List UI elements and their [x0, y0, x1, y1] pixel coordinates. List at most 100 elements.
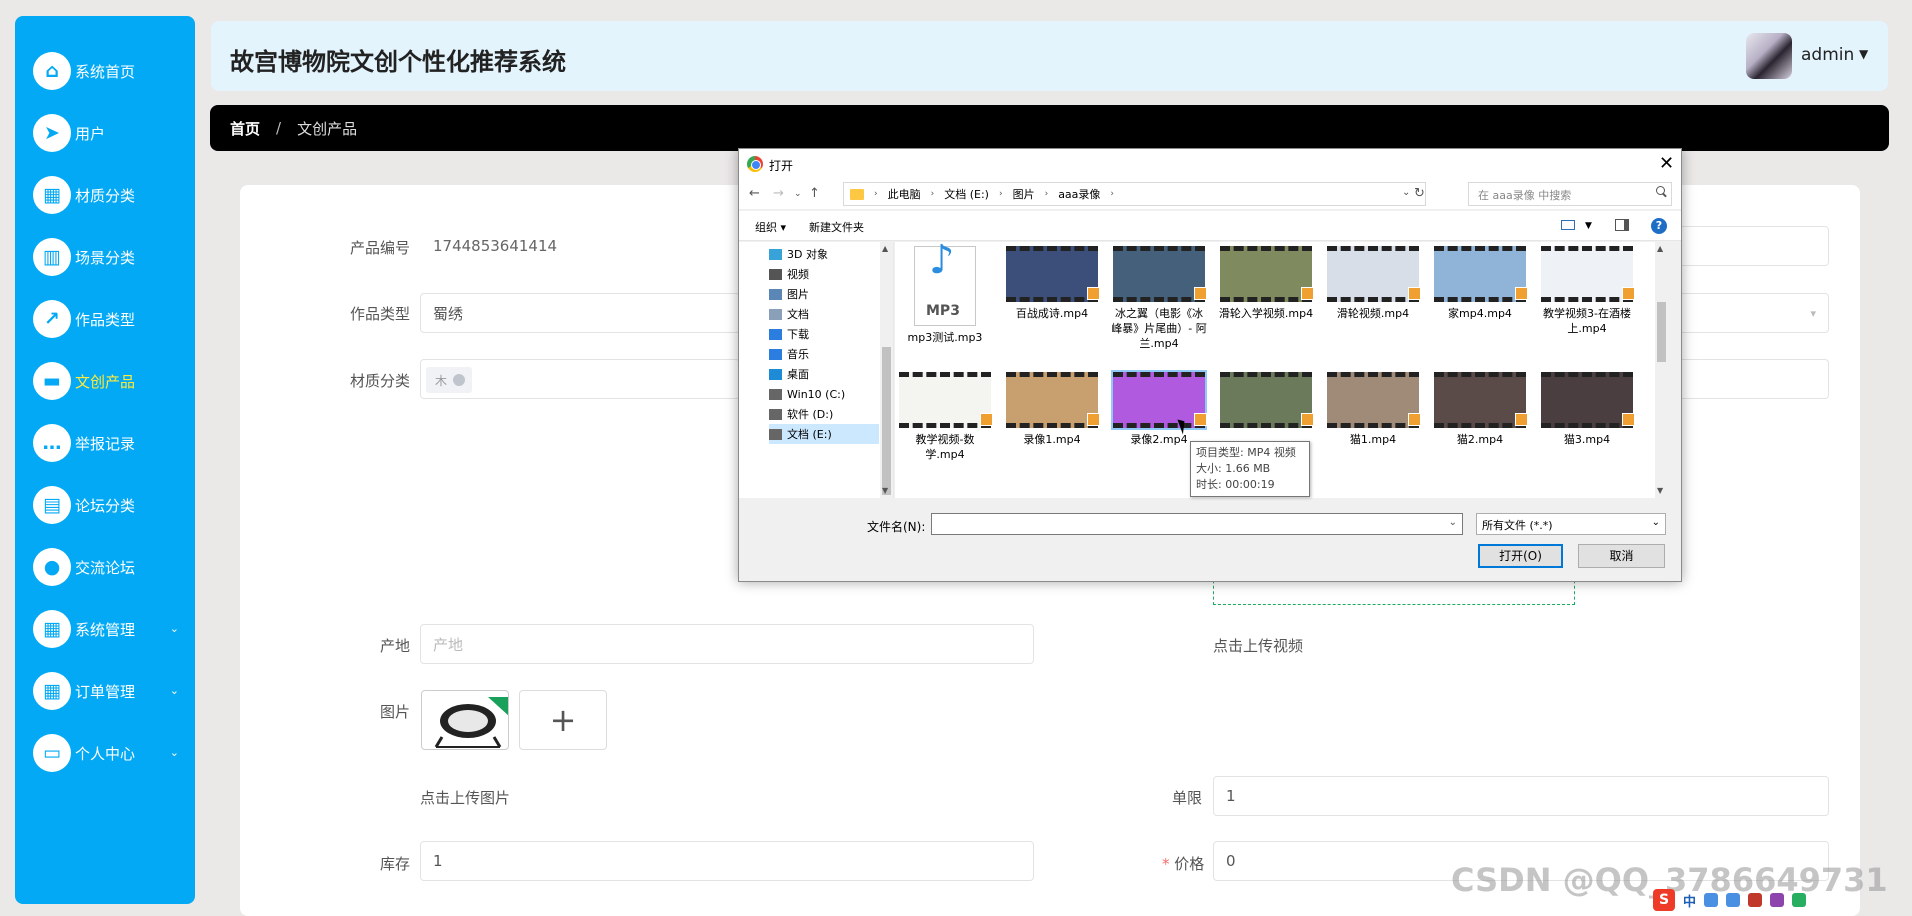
tag-close-icon[interactable]: [453, 374, 466, 386]
tree-item[interactable]: Win10 (C:): [769, 384, 879, 404]
recent-dropdown-icon[interactable]: ⌄: [794, 189, 802, 199]
file-item[interactable]: 录像1.mp4: [1004, 372, 1100, 447]
up-arrow-icon[interactable]: ↑: [809, 186, 820, 201]
sidebar-item[interactable]: ▥ 场景分类: [15, 226, 195, 288]
forward-arrow-icon[interactable]: →: [773, 186, 784, 201]
sidebar-item[interactable]: ▭ 个人中心 ⌄: [15, 722, 195, 784]
video-thumbnail: [899, 372, 993, 428]
sidebar-item[interactable]: ↗ 作品类型: [15, 288, 195, 350]
address-bar[interactable]: › 此电脑 › 文档 (E:) › 图片 › aaa录像 › ⌄ ↻: [843, 182, 1426, 206]
limit-input[interactable]: 1: [1213, 776, 1829, 816]
path-segment[interactable]: aaa录像: [1058, 186, 1100, 202]
file-item[interactable]: 百战成诗.mp4: [1004, 246, 1100, 321]
new-folder-button[interactable]: 新建文件夹: [809, 219, 864, 235]
sidebar-item[interactable]: ➤ 用户: [15, 102, 195, 164]
path-segment[interactable]: 文档 (E:): [944, 186, 989, 202]
toolbox-icon[interactable]: [1792, 893, 1807, 907]
tree-item[interactable]: 图片: [769, 284, 879, 304]
sidebar-item[interactable]: ⌂ 系统首页: [15, 40, 195, 102]
video-thumbnail: [1434, 372, 1528, 428]
folder-icon: [769, 328, 782, 340]
input-mode-indicator[interactable]: 中: [1683, 891, 1696, 910]
stock-input[interactable]: 1: [420, 841, 1034, 881]
scroll-down-icon[interactable]: ▼: [882, 486, 888, 495]
punctuation-icon[interactable]: [1704, 893, 1719, 907]
origin-input[interactable]: 产地: [420, 624, 1034, 664]
tree-item[interactable]: 桌面: [769, 364, 879, 384]
scroll-up-icon[interactable]: ▲: [1657, 244, 1663, 253]
keyboard-icon[interactable]: [1748, 893, 1763, 907]
file-name: 滑轮入学视频.mp4: [1218, 307, 1314, 320]
tree-item-label: 桌面: [787, 368, 809, 381]
file-item[interactable]: 滑轮入学视频.mp4: [1218, 246, 1314, 321]
tree-item[interactable]: 3D 对象: [769, 244, 879, 264]
cancel-button[interactable]: 取消: [1578, 544, 1665, 568]
tree-item[interactable]: 文档: [769, 304, 879, 324]
file-item[interactable]: 猫3.mp4: [1539, 372, 1635, 447]
file-item[interactable]: 教学视频3-在酒楼上.mp4: [1539, 246, 1635, 336]
preview-pane-icon[interactable]: [1615, 219, 1629, 231]
sidebar-item-label: 订单管理: [75, 682, 136, 701]
breadcrumb-home[interactable]: 首页: [230, 118, 260, 139]
scroll-up-icon[interactable]: ▲: [882, 244, 888, 253]
chevron-down-icon[interactable]: ⌄: [1449, 517, 1457, 528]
uploaded-image-thumbnail[interactable]: [421, 690, 509, 750]
work-type-select[interactable]: 蜀绣: [420, 293, 740, 333]
file-item[interactable]: 冰之翼（电影《冰峰暴》片尾曲）- 阿兰.mp4: [1111, 246, 1207, 351]
microphone-icon[interactable]: [1726, 893, 1741, 907]
filename-input[interactable]: ⌄: [931, 513, 1463, 535]
help-icon[interactable]: ?: [1651, 218, 1667, 234]
sidebar-item[interactable]: ▦ 材质分类: [15, 164, 195, 226]
sidebar-item[interactable]: ● 交流论坛: [15, 536, 195, 598]
add-image-button[interactable]: +: [519, 690, 607, 750]
address-dropdown-icon[interactable]: ⌄: [1402, 187, 1410, 198]
file-item[interactable]: 录像2.mp4: [1111, 370, 1207, 447]
refresh-icon[interactable]: ↻: [1414, 186, 1425, 201]
sidebar-item[interactable]: ▦ 订单管理 ⌄: [15, 660, 195, 722]
tree-item[interactable]: 视频: [769, 264, 879, 284]
username-label[interactable]: admin: [1801, 45, 1854, 65]
sidebar-item[interactable]: ▦ 系统管理 ⌄: [15, 598, 195, 660]
sidebar-item[interactable]: … 举报记录: [15, 412, 195, 474]
material-tag-label: 木: [435, 373, 448, 388]
scroll-thumb[interactable]: [882, 347, 891, 495]
sidebar-item[interactable]: ▬ 文创产品: [15, 350, 195, 412]
scroll-down-icon[interactable]: ▼: [1657, 486, 1663, 495]
dialog-titlebar[interactable]: 打开 ✕: [739, 149, 1681, 179]
folder-icon: [769, 268, 782, 280]
price-label-text: 价格: [1174, 855, 1205, 873]
back-arrow-icon[interactable]: ←: [749, 186, 760, 201]
filetype-select[interactable]: 所有文件 (*.*) ⌄: [1476, 513, 1666, 535]
file-item[interactable]: 教学视频-数学.mp4: [897, 372, 993, 462]
organize-menu[interactable]: 组织 ▾: [755, 219, 786, 235]
tree-item[interactable]: 音乐: [769, 344, 879, 364]
file-item[interactable]: [1218, 372, 1314, 432]
sidebar-item[interactable]: ▤ 论坛分类: [15, 474, 195, 536]
file-item[interactable]: 滑轮视频.mp4: [1325, 246, 1421, 321]
open-button[interactable]: 打开(O): [1478, 544, 1563, 568]
close-icon[interactable]: ✕: [1659, 153, 1674, 174]
files-scrollbar[interactable]: ▲ ▼: [1655, 242, 1668, 498]
sogou-ime-icon[interactable]: S: [1653, 889, 1675, 911]
play-icon: [1087, 287, 1100, 300]
path-segment[interactable]: 此电脑: [888, 186, 921, 202]
file-item[interactable]: 猫1.mp4: [1325, 372, 1421, 447]
view-mode-icon[interactable]: [1561, 220, 1575, 230]
user-avatar[interactable]: [1746, 33, 1792, 79]
caret-down-icon[interactable]: ▼: [1859, 47, 1868, 61]
path-segment[interactable]: 图片: [1013, 186, 1035, 202]
skin-icon[interactable]: [1770, 893, 1785, 907]
product-code-label: 产品编号: [350, 239, 411, 257]
tree-scrollbar[interactable]: ▲ ▼: [880, 242, 893, 498]
file-item[interactable]: 猫2.mp4: [1432, 372, 1528, 447]
tree-item[interactable]: 文档 (E:): [769, 424, 879, 444]
pin-icon: ●: [33, 548, 71, 586]
scroll-thumb[interactable]: [1657, 302, 1666, 362]
tree-item[interactable]: 下载: [769, 324, 879, 344]
file-item[interactable]: ♪ MP3 mp3测试.mp3: [897, 242, 993, 345]
file-item[interactable]: 家mp4.mp4: [1432, 246, 1528, 321]
tree-item[interactable]: 软件 (D:): [769, 404, 879, 424]
folder-search-input[interactable]: 在 aaa录像 中搜索: [1468, 182, 1672, 206]
folder-icon: [769, 308, 782, 320]
view-dropdown-icon[interactable]: ▼: [1585, 221, 1592, 231]
